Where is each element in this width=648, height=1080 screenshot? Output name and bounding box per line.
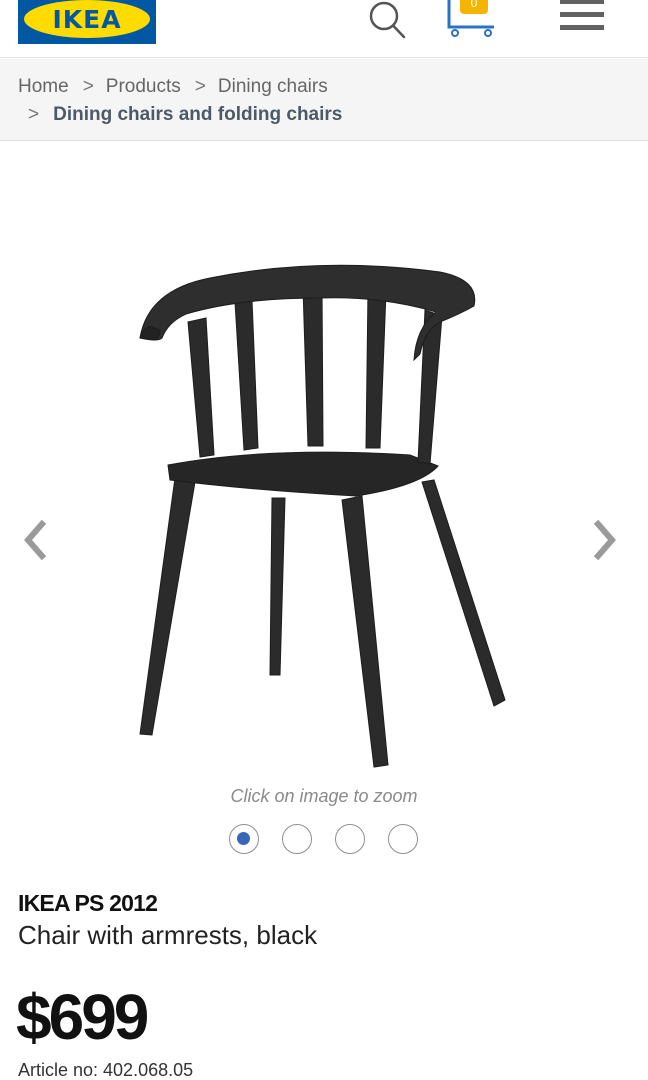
breadcrumb-row-1: Home > Products > Dining chairs bbox=[18, 73, 630, 101]
product-price: $699 bbox=[16, 981, 149, 1053]
hamburger-menu-icon[interactable] bbox=[560, 0, 606, 36]
logo-text: IKEA bbox=[52, 4, 122, 34]
carousel-dot-3[interactable] bbox=[335, 824, 365, 854]
product-image-chair[interactable] bbox=[120, 250, 530, 780]
zoom-hint: Click on image to zoom bbox=[230, 786, 418, 806]
breadcrumb-dining-chairs[interactable]: Dining chairs bbox=[218, 76, 328, 97]
product-description: Chair with armrests, black bbox=[18, 920, 318, 950]
logo-oval: IKEA bbox=[24, 0, 150, 38]
product-name: IKEA PS 2012 bbox=[18, 890, 158, 916]
chevron-right-icon[interactable] bbox=[590, 518, 620, 562]
breadcrumb-products[interactable]: Products bbox=[106, 76, 181, 97]
carousel-dot-1[interactable] bbox=[229, 824, 259, 854]
breadcrumb: Home > Products > Dining chairs > Dining chai… bbox=[0, 59, 648, 141]
breadcrumb-home[interactable]: Home bbox=[18, 76, 69, 97]
breadcrumb-separator: > bbox=[82, 76, 94, 97]
breadcrumb-separator: > bbox=[194, 76, 206, 97]
cart-count-badge: 0 bbox=[460, 0, 488, 14]
ikea-logo[interactable]: IKEA bbox=[18, 0, 156, 44]
search-icon[interactable] bbox=[366, 0, 408, 40]
breadcrumb-separator: > bbox=[28, 104, 40, 125]
breadcrumb-row-2: > Dining chairs and folding chairs bbox=[18, 101, 630, 129]
carousel-dot-2[interactable] bbox=[282, 824, 312, 854]
chevron-left-icon[interactable] bbox=[20, 518, 50, 562]
carousel-dot-4[interactable] bbox=[388, 824, 418, 854]
carousel-dots bbox=[229, 824, 429, 856]
article-number: Article no: 402.068.05 bbox=[18, 1060, 194, 1080]
breadcrumb-current-category[interactable]: Dining chairs and folding chairs bbox=[53, 104, 342, 125]
site-header: IKEA 0 bbox=[0, 0, 648, 58]
